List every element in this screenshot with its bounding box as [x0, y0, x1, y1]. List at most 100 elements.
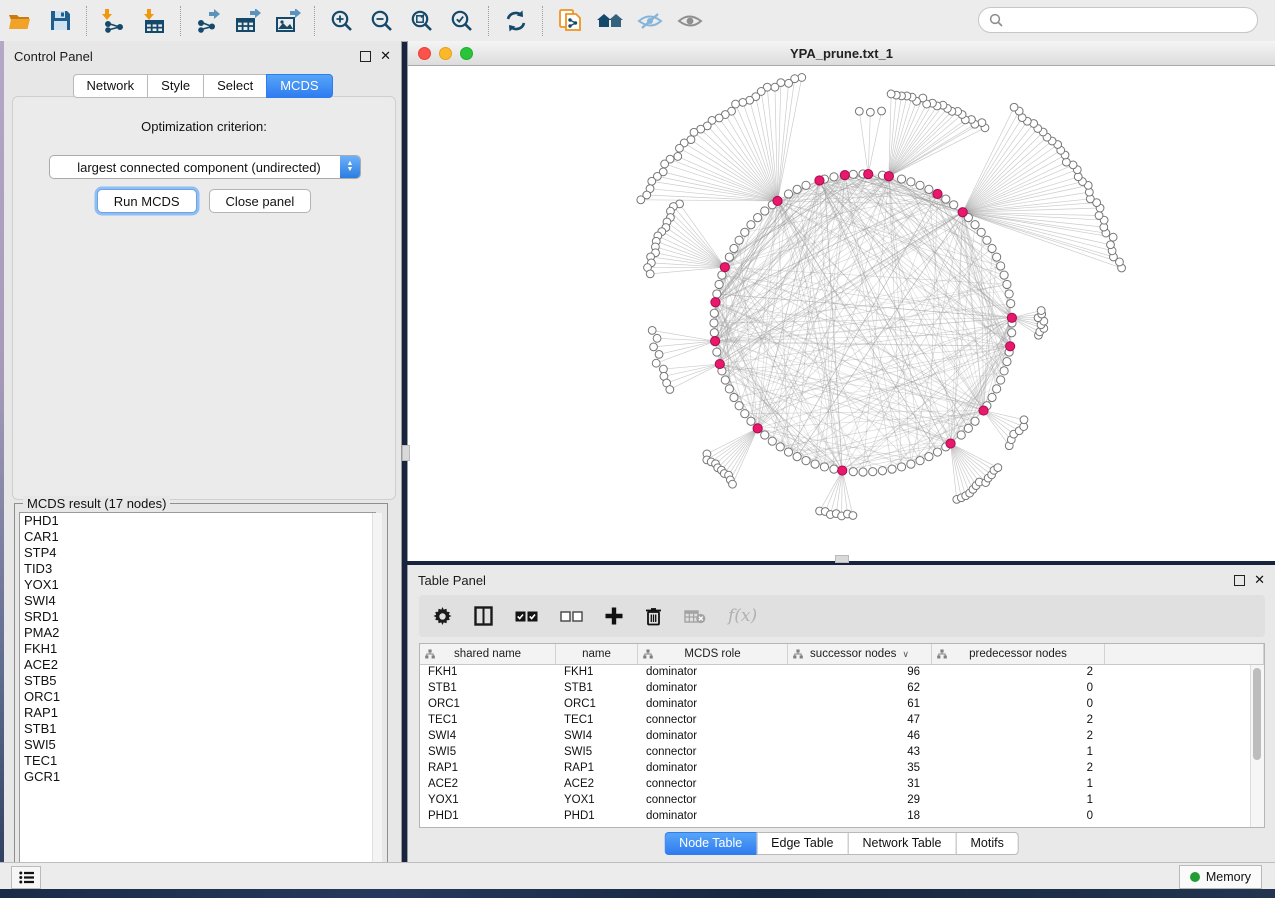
satellite-node[interactable]: [650, 343, 658, 351]
satellite-node[interactable]: [1109, 233, 1117, 241]
mcds-result-item[interactable]: PMA2: [20, 625, 375, 641]
network-node[interactable]: [735, 402, 743, 410]
run-mcds-button[interactable]: Run MCDS: [97, 189, 197, 213]
satellite-node[interactable]: [637, 196, 645, 204]
tab-select[interactable]: Select: [203, 74, 266, 98]
table-row[interactable]: RAP1RAP1dominator352: [420, 761, 1264, 777]
show-columns-icon[interactable]: [474, 606, 493, 626]
network-node[interactable]: [997, 262, 1005, 270]
network-node[interactable]: [1000, 271, 1008, 279]
deselect-all-rows-icon[interactable]: [560, 611, 583, 622]
satellite-node[interactable]: [994, 464, 1002, 472]
table-settings-icon[interactable]: [433, 607, 452, 626]
mcds-hub-node[interactable]: [958, 208, 967, 217]
mcds-hub-node[interactable]: [840, 171, 849, 180]
mcds-result-item[interactable]: TEC1: [20, 753, 375, 769]
mcds-hub-node[interactable]: [773, 196, 782, 205]
network-node[interactable]: [725, 385, 733, 393]
close-panel-icon[interactable]: ✕: [380, 51, 391, 61]
network-node[interactable]: [1008, 329, 1016, 337]
network-node[interactable]: [741, 410, 749, 418]
float-table-panel-icon[interactable]: [1234, 575, 1245, 586]
network-node[interactable]: [713, 290, 721, 298]
import-table-icon[interactable]: [137, 5, 171, 37]
optimization-criterion-select[interactable]: largest connected component (undirected)…: [49, 155, 361, 179]
mcds-hub-node[interactable]: [864, 169, 873, 178]
satellite-node[interactable]: [771, 83, 779, 91]
network-node[interactable]: [942, 195, 950, 203]
mcds-hub-node[interactable]: [711, 337, 720, 346]
network-node[interactable]: [830, 465, 838, 473]
mcds-hub-node[interactable]: [711, 298, 720, 307]
mcds-result-item[interactable]: STB5: [20, 673, 375, 689]
network-node[interactable]: [888, 465, 896, 473]
satellite-node[interactable]: [690, 128, 698, 136]
mcds-list-scrollbar[interactable]: [372, 513, 382, 869]
open-file-icon[interactable]: [3, 5, 37, 37]
network-node[interactable]: [988, 393, 996, 401]
network-node[interactable]: [761, 207, 769, 215]
satellite-node[interactable]: [666, 386, 674, 394]
zoom-out-icon[interactable]: [365, 5, 399, 37]
export-table-icon[interactable]: [231, 5, 265, 37]
add-column-icon[interactable]: [605, 607, 623, 625]
network-node[interactable]: [859, 468, 867, 476]
table-row[interactable]: TEC1TEC1connector472: [420, 713, 1264, 729]
mcds-hub-node[interactable]: [1007, 313, 1016, 322]
network-node[interactable]: [784, 448, 792, 456]
network-node[interactable]: [950, 201, 958, 209]
network-node[interactable]: [925, 453, 933, 461]
mcds-hub-node[interactable]: [933, 189, 942, 198]
network-node[interactable]: [811, 460, 819, 468]
network-node[interactable]: [983, 236, 991, 244]
satellite-node[interactable]: [855, 107, 863, 115]
mcds-hub-node[interactable]: [838, 466, 847, 475]
satellite-node[interactable]: [676, 144, 684, 152]
table-row[interactable]: SWI5SWI5connector431: [420, 745, 1264, 761]
satellite-node[interactable]: [655, 350, 663, 358]
table-row[interactable]: FKH1FKH1dominator962: [420, 665, 1264, 681]
mcds-hub-node[interactable]: [715, 359, 724, 368]
close-panel-button[interactable]: Close panel: [209, 189, 312, 213]
network-node[interactable]: [916, 181, 924, 189]
column-header-predecessor-nodes[interactable]: predecessor nodes: [932, 644, 1105, 664]
table-scrollbar-thumb[interactable]: [1253, 668, 1261, 760]
mcds-hub-node[interactable]: [753, 424, 762, 433]
network-node[interactable]: [971, 417, 979, 425]
network-canvas[interactable]: [408, 65, 1275, 560]
zoom-fit-icon[interactable]: [405, 5, 439, 37]
tab-network[interactable]: Network: [72, 74, 147, 98]
mcds-result-item[interactable]: SRD1: [20, 609, 375, 625]
table-scrollbar[interactable]: [1250, 665, 1264, 828]
network-node[interactable]: [820, 463, 828, 471]
satellite-node[interactable]: [674, 153, 682, 161]
float-panel-icon[interactable]: [360, 51, 371, 62]
mcds-result-item[interactable]: TID3: [20, 561, 375, 577]
mcds-hub-node[interactable]: [720, 263, 729, 272]
network-node[interactable]: [715, 280, 723, 288]
satellite-node[interactable]: [648, 177, 656, 185]
network-node[interactable]: [897, 463, 905, 471]
network-node[interactable]: [993, 385, 1001, 393]
satellite-node[interactable]: [1020, 416, 1028, 424]
satellite-node[interactable]: [978, 119, 986, 127]
mcds-result-item[interactable]: ORC1: [20, 689, 375, 705]
satellite-node[interactable]: [653, 334, 661, 342]
network-node[interactable]: [925, 185, 933, 193]
network-node[interactable]: [776, 443, 784, 451]
network-node[interactable]: [747, 417, 755, 425]
zoom-in-icon[interactable]: [325, 5, 359, 37]
network-node[interactable]: [802, 457, 810, 465]
mcds-hub-node[interactable]: [946, 439, 955, 448]
satellite-node[interactable]: [660, 365, 668, 373]
zoom-selected-icon[interactable]: [445, 5, 479, 37]
mcds-result-item[interactable]: ACE2: [20, 657, 375, 673]
network-node[interactable]: [784, 190, 792, 198]
network-node[interactable]: [933, 448, 941, 456]
save-session-icon[interactable]: [43, 5, 77, 37]
satellite-node[interactable]: [1095, 212, 1103, 220]
table-tab-edge-table[interactable]: Edge Table: [756, 832, 847, 855]
apply-layout-icon[interactable]: [499, 5, 533, 37]
search-box[interactable]: [978, 7, 1258, 33]
network-node[interactable]: [971, 221, 979, 229]
